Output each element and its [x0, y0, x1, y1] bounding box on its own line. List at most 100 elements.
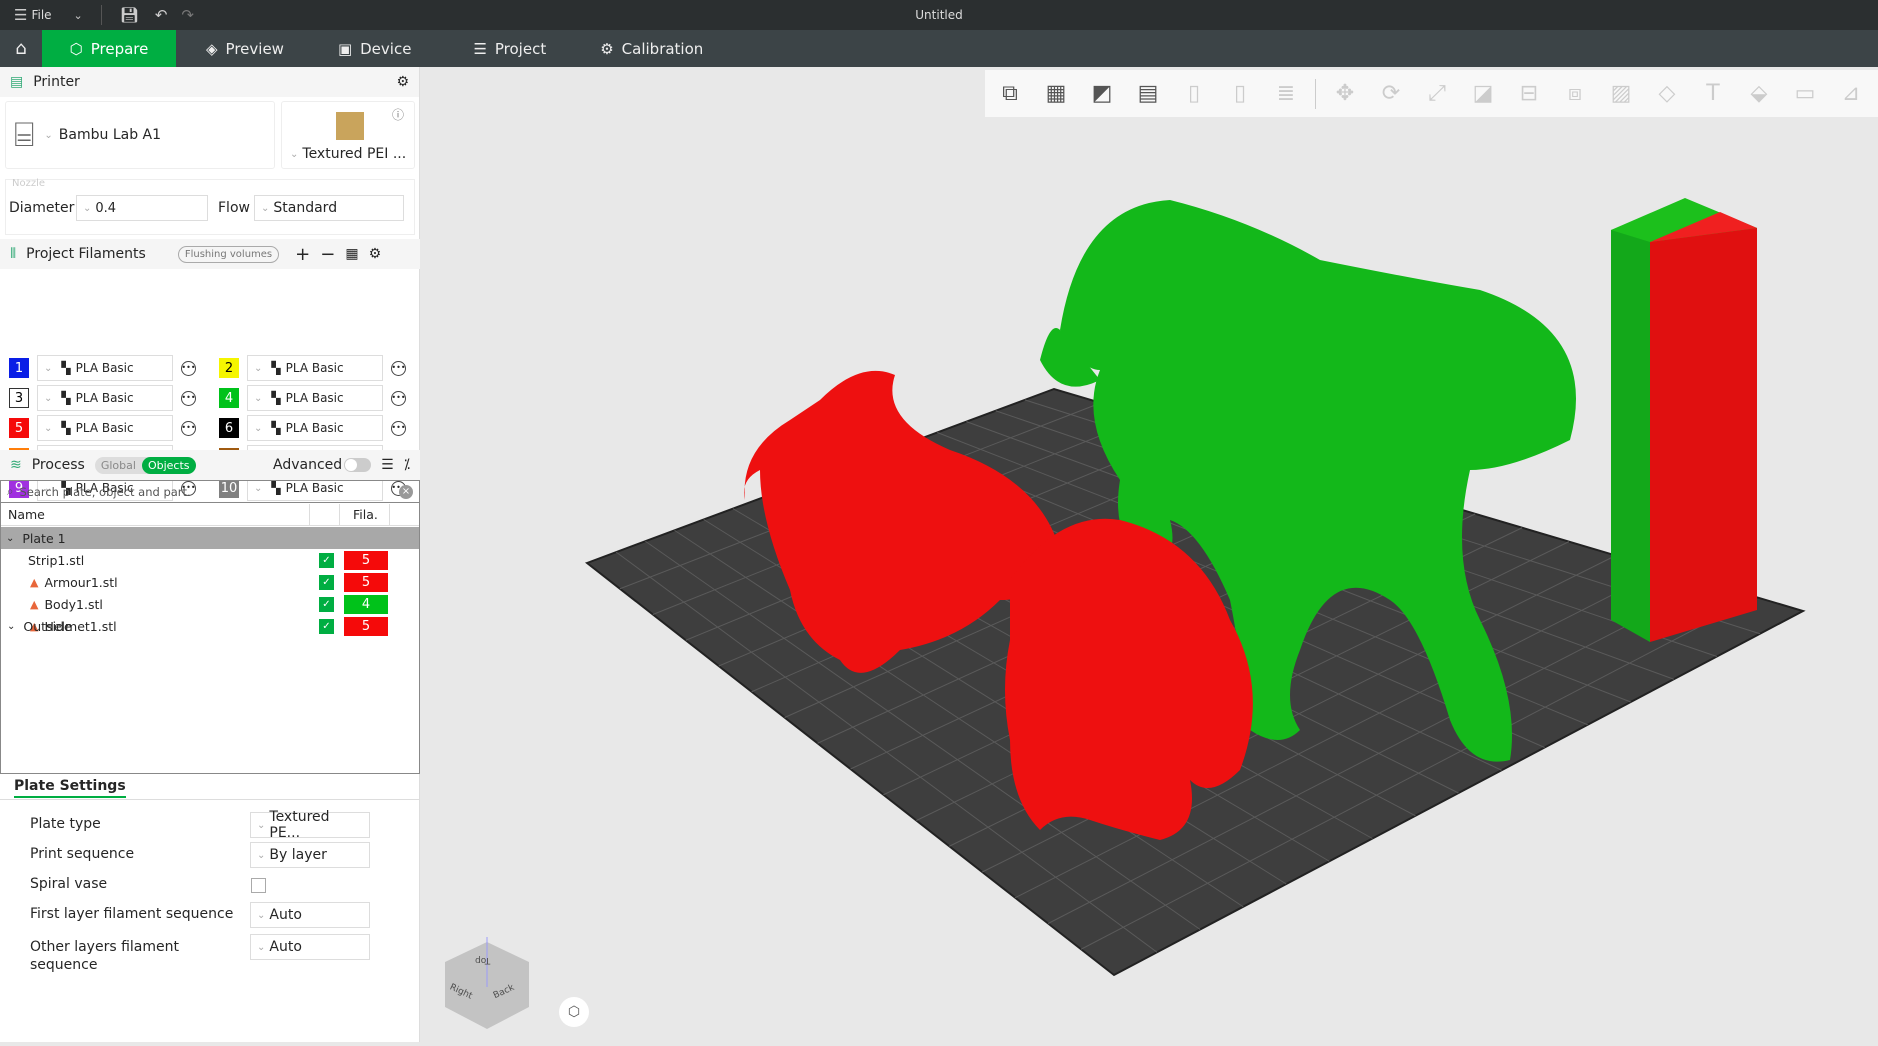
more-icon[interactable]: ••• — [181, 420, 196, 436]
add-icon[interactable]: + — [295, 244, 310, 265]
printable-checkbox[interactable]: ✓ — [319, 574, 334, 590]
more-icon[interactable]: ••• — [181, 390, 196, 406]
undo-icon[interactable]: ↶ — [155, 6, 168, 24]
scale-icon[interactable]: ⤢ — [1420, 77, 1454, 111]
global-objects-toggle[interactable]: Global Objects — [94, 456, 196, 474]
tab-preview[interactable]: ◈ Preview — [184, 30, 306, 67]
filament-select[interactable]: ⌄ ▚ PLA Basic — [37, 415, 173, 441]
redo-icon[interactable]: ↷ — [181, 6, 194, 24]
filament-swatch[interactable]: 5 — [9, 418, 29, 438]
gear-icon[interactable]: ⚙ — [369, 246, 382, 262]
more-icon[interactable]: ••• — [391, 390, 406, 406]
filament-swatch[interactable]: 3 — [9, 388, 29, 408]
remove-icon[interactable]: − — [320, 244, 335, 265]
diameter-select[interactable]: ⌄ 0.4 — [76, 195, 208, 221]
add-plate-icon[interactable]: ▦ — [1039, 77, 1073, 111]
reset-view-button[interactable]: ⬡ — [559, 997, 589, 1027]
filament-select[interactable]: ⌄ ▚ PLA Basic — [37, 355, 173, 381]
tab-device[interactable]: ▣ Device — [316, 30, 434, 67]
filament-select[interactable]: ⌄ ▚ PLA Basic — [247, 355, 383, 381]
sync-icon[interactable]: ▦ — [345, 246, 358, 262]
printable-checkbox[interactable]: ✓ — [319, 596, 334, 612]
setting-select[interactable]: ⌄ Auto — [250, 934, 370, 960]
filament-swatch[interactable]: 4 — [219, 388, 239, 408]
filament-swatch[interactable]: 2 — [219, 358, 239, 378]
move-icon[interactable]: ✥ — [1328, 77, 1362, 111]
plate-row[interactable]: ⌄ Plate 1 — [1, 527, 419, 549]
printable-checkbox[interactable]: ✓ — [319, 552, 334, 568]
objects-option[interactable]: Objects — [141, 456, 196, 474]
filament-select[interactable]: ⌄ ▚ PLA Basic — [247, 415, 383, 441]
object-row[interactable]: ▲ Armour1.stl ✓ 5 — [2, 571, 420, 593]
printer-select[interactable]: ⌸ ⌄ Bambu Lab A1 — [5, 101, 275, 169]
filament-badge[interactable]: 4 — [344, 594, 388, 614]
flow-select[interactable]: ⌄ Standard — [254, 195, 404, 221]
object-row[interactable]: Strip1.stl ✓ 5 — [2, 549, 420, 571]
color-paint-icon[interactable]: ⬙ — [1742, 77, 1776, 111]
filament-badge[interactable]: 5 — [344, 572, 388, 592]
column-name[interactable]: Name — [8, 507, 45, 522]
more-icon[interactable]: ••• — [391, 420, 406, 436]
flushing-volumes-button[interactable]: Flushing volumes — [177, 245, 280, 263]
chevron-down-icon[interactable]: ⌄ — [6, 533, 14, 544]
cut-icon[interactable]: ⊟ — [1512, 77, 1546, 111]
clear-icon[interactable]: × — [399, 484, 413, 499]
more-icon[interactable]: ••• — [391, 360, 406, 376]
object-row[interactable]: ▲ Body1.stl ✓ 4 — [2, 593, 420, 615]
tab-calibration[interactable]: ⚙ Calibration — [578, 30, 725, 67]
setting-select[interactable]: ⌄ By layer — [250, 842, 370, 868]
more-icon[interactable]: ••• — [181, 360, 196, 376]
menu-icon[interactable]: ☰ — [14, 6, 27, 24]
filament-select[interactable]: ⌄ ▚ PLA Basic — [37, 385, 173, 411]
info-icon[interactable]: ⓘ — [392, 106, 404, 123]
layers-icon[interactable]: ≣ — [1269, 77, 1303, 111]
seam-paint-icon[interactable]: ◇ — [1650, 77, 1684, 111]
chevron-down-icon[interactable]: ⌄ — [74, 9, 83, 22]
tab-prepare[interactable]: ⬡ Prepare — [42, 30, 176, 67]
warning-icon[interactable]: ▲ — [30, 576, 38, 589]
device-icon: ▣ — [337, 39, 353, 58]
compare-icon[interactable]: ⁒ — [404, 457, 410, 473]
lay-on-face-icon[interactable]: ◪ — [1466, 77, 1500, 111]
spiral-vase-checkbox[interactable] — [251, 878, 266, 893]
setting-select[interactable]: ⌄ Textured PE... — [250, 809, 370, 841]
filament-row: 2 ⌄ ▚ PLA Basic ••• — [219, 355, 406, 381]
search-input[interactable]: ⌕ Search plate, object and part. × — [1, 481, 419, 503]
add-object-icon[interactable]: ⧉ — [993, 77, 1027, 111]
list-icon[interactable]: ☰ — [381, 457, 394, 473]
gear-icon[interactable]: ⚙ — [396, 74, 409, 90]
chevron-down-icon[interactable]: ⌄ — [7, 621, 15, 632]
auto-orient-icon[interactable]: ◩ — [1085, 77, 1119, 111]
home-button[interactable]: ⌂ — [0, 30, 42, 67]
plate-select[interactable]: ⓘ ⌄ Textured PEI ... — [281, 101, 415, 169]
measure-icon[interactable]: ▭ — [1788, 77, 1822, 111]
rotate-icon[interactable]: ⟳ — [1374, 77, 1408, 111]
flow-label: Flow — [218, 200, 250, 216]
warning-icon[interactable]: ▲ — [30, 598, 38, 611]
column-fila[interactable]: Fila. — [353, 507, 378, 522]
plate-p-icon[interactable]: ▯ — [1223, 77, 1257, 111]
view-cube-top[interactable]: Top — [475, 955, 490, 965]
view-cube[interactable]: Top Right Back — [439, 937, 535, 1033]
3d-viewport[interactable]: Top Right Back ⬡ — [421, 67, 1878, 1042]
tab-plate-settings[interactable]: Plate Settings — [14, 778, 126, 798]
filament-swatch[interactable]: 6 — [219, 418, 239, 438]
advanced-toggle[interactable] — [344, 458, 372, 472]
boolean-icon[interactable]: ⧈ — [1558, 77, 1592, 111]
assembly-icon[interactable]: ⊿ — [1834, 77, 1868, 111]
setting-select[interactable]: ⌄ Auto — [250, 902, 370, 928]
filament-swatch[interactable]: 1 — [9, 358, 29, 378]
filament-select[interactable]: ⌄ ▚ PLA Basic — [247, 385, 383, 411]
outside-row[interactable]: ⌄ Outside — [2, 615, 420, 637]
file-menu[interactable]: File — [31, 8, 51, 22]
save-icon[interactable]: 💾︎ — [120, 6, 139, 24]
arrange-icon[interactable]: ▤ — [1131, 77, 1165, 111]
orient-icon[interactable]: ▯ — [1177, 77, 1211, 111]
text-icon[interactable]: T — [1696, 77, 1730, 111]
tab-label: Prepare — [90, 39, 149, 58]
global-option[interactable]: Global — [95, 457, 142, 474]
filament-badge[interactable]: 5 — [344, 550, 388, 570]
scene[interactable] — [421, 67, 1878, 1042]
support-paint-icon[interactable]: ▨ — [1604, 77, 1638, 111]
tab-project[interactable]: ☰ Project — [451, 30, 568, 67]
